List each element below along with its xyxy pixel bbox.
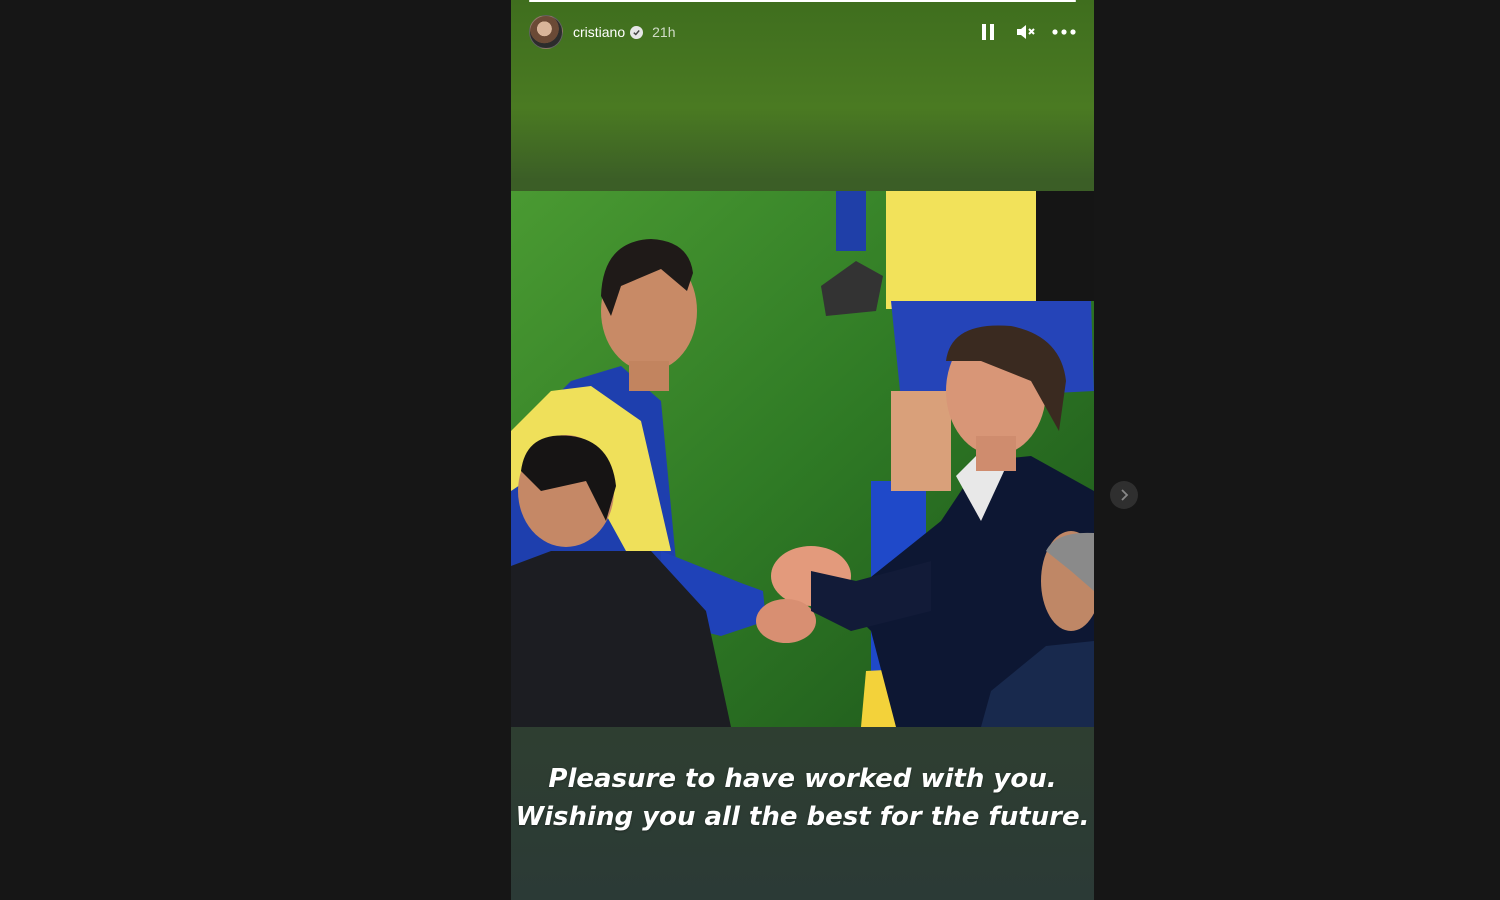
story-controls [976,20,1076,44]
next-story-button[interactable] [1110,481,1138,509]
chevron-right-icon [1121,489,1129,501]
pause-icon [982,24,994,40]
speaker-muted-icon [1017,25,1035,39]
story-viewer[interactable]: cristiano 21h Pleasure to have worked wi… [511,0,1094,900]
avatar[interactable] [529,15,563,49]
pause-button[interactable] [976,20,1000,44]
story-photo [511,191,1094,727]
username[interactable]: cristiano [573,24,625,40]
story-progress-fill [529,0,1076,2]
story-timestamp: 21h [652,24,676,40]
mute-button[interactable] [1014,20,1038,44]
story-progress-bar [529,0,1076,2]
verified-badge-icon [630,25,644,39]
story-caption: Pleasure to have worked with you. Wishin… [515,764,1090,832]
handshake-photo [511,191,1094,727]
story-header: cristiano 21h [529,14,1076,50]
more-options-icon [1052,29,1076,35]
more-options-button[interactable] [1052,20,1076,44]
